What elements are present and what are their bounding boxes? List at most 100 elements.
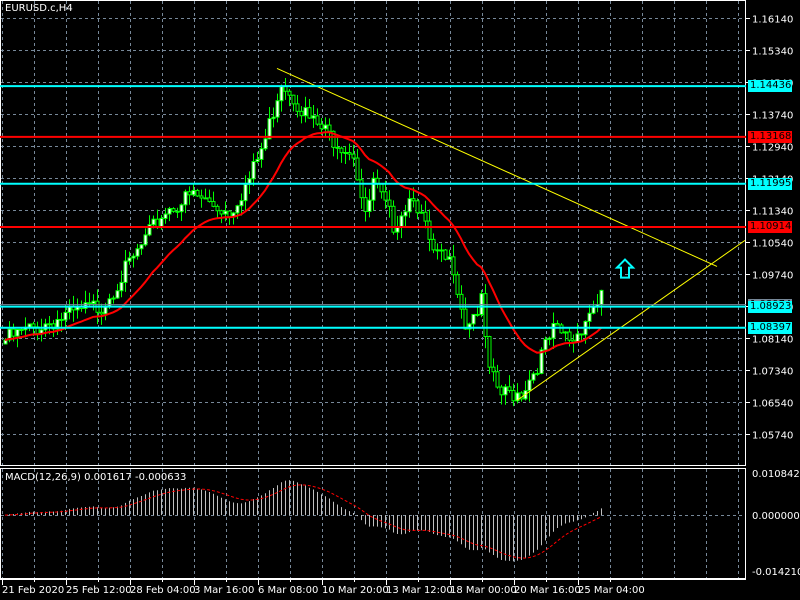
bear-candle: [59, 318, 64, 321]
bear-candle: [347, 152, 352, 155]
bear-candle: [507, 386, 512, 391]
bear-candle: [483, 293, 488, 338]
bear-candle: [567, 331, 572, 341]
x-tick-label: 18 Mar 00:00: [450, 585, 517, 596]
bear-candle: [451, 256, 456, 276]
bull-candle: [151, 218, 156, 226]
bear-candle: [555, 323, 560, 326]
bull-candle: [447, 256, 452, 260]
bear-candle: [315, 115, 320, 125]
bear-candle: [359, 179, 364, 199]
bull-candle: [111, 297, 116, 300]
bull-candle: [343, 152, 348, 155]
bear-candle: [187, 191, 192, 196]
y-tick-label: 1.13740: [752, 111, 793, 122]
bull-candle: [531, 373, 536, 381]
bull-candle: [179, 204, 184, 213]
macd-signal-line: [4, 484, 602, 559]
bear-candle: [415, 200, 420, 214]
y-tick-label: 1.16140: [752, 15, 793, 26]
bear-candle: [559, 324, 564, 334]
bull-candle: [587, 312, 592, 322]
bull-candle: [271, 116, 276, 120]
bull-candle: [259, 148, 264, 160]
level-price-tag: 1.08397: [748, 321, 792, 334]
bear-candle: [435, 249, 440, 252]
bull-candle: [563, 331, 568, 334]
bear-candle: [227, 210, 232, 218]
bull-candle: [167, 208, 172, 215]
bear-candle: [215, 205, 220, 212]
bear-candle: [427, 220, 432, 240]
y-tick-label: 1.08140: [752, 335, 793, 346]
bear-candle: [31, 323, 36, 328]
bull-candle: [419, 211, 424, 214]
bear-candle: [171, 208, 176, 212]
y-tick-label: 1.05740: [752, 431, 793, 442]
y-tick-label: 1.10540: [752, 239, 793, 250]
macd-tick-label: 0.000000: [752, 511, 800, 522]
bear-candle: [287, 90, 292, 96]
y-tick-label: 1.12940: [752, 143, 793, 154]
bear-candle: [411, 198, 416, 202]
bear-candle: [511, 389, 516, 402]
bull-candle: [203, 197, 208, 200]
bear-candle: [487, 336, 492, 368]
macd-label: MACD(12,26,9) 0.001617 -0.000633: [5, 472, 187, 483]
bull-candle: [223, 210, 228, 215]
bull-candle: [403, 211, 408, 217]
bull-candle: [47, 323, 52, 326]
bear-candle: [195, 189, 200, 197]
macd-tick-label: -0.014210: [752, 567, 800, 578]
bear-candle: [299, 110, 304, 117]
bull-candle: [267, 118, 272, 140]
y-tick-label: 1.15340: [752, 47, 793, 58]
bull-candle: [263, 138, 268, 150]
bull-candle: [239, 200, 244, 207]
bull-candle: [311, 115, 316, 119]
bear-candle: [463, 308, 468, 330]
bear-candle: [579, 333, 584, 336]
bear-candle: [499, 386, 504, 396]
bull-candle: [163, 213, 168, 219]
bull-candle: [255, 158, 260, 162]
bull-candle: [243, 183, 248, 202]
bull-candle: [323, 124, 328, 130]
x-tick-label: 13 Mar 12:00: [386, 585, 453, 596]
bear-candle: [319, 123, 324, 130]
x-tick-label: 25 Feb 12:00: [66, 585, 132, 596]
bull-candle: [119, 281, 124, 292]
bear-candle: [391, 205, 396, 233]
bear-candle: [339, 147, 344, 154]
bear-candle: [175, 210, 180, 213]
bull-candle: [275, 100, 280, 118]
bull-candle: [91, 300, 96, 305]
x-tick-label: 25 Mar 04:00: [578, 585, 645, 596]
bull-candle: [575, 333, 580, 343]
bull-candle: [471, 313, 476, 325]
x-tick-label: 10 Mar 20:00: [322, 585, 389, 596]
bull-candle: [135, 248, 140, 257]
bear-candle: [295, 103, 300, 112]
level-price-tag: 1.08923: [748, 300, 792, 313]
y-tick-label: 1.06540: [752, 399, 793, 410]
bull-candle: [63, 311, 68, 321]
main-chart-frame: [0, 0, 746, 466]
bull-candle: [303, 107, 308, 117]
bear-candle: [207, 197, 212, 203]
bear-candle: [335, 146, 340, 149]
bull-candle: [15, 329, 20, 337]
bull-candle: [183, 191, 188, 206]
bull-candle: [251, 160, 256, 180]
bear-candle: [455, 274, 460, 295]
bear-candle: [99, 311, 104, 315]
x-tick-label: 3 Mar 16:00: [194, 585, 254, 596]
bull-candle: [479, 293, 484, 316]
bear-candle: [383, 191, 388, 201]
candles-group: [3, 67, 746, 407]
bull-candle: [279, 85, 284, 102]
bull-candle: [115, 290, 120, 299]
bear-candle: [443, 249, 448, 260]
price-chart[interactable]: 1.161401.153401.145401.137401.129401.121…: [0, 0, 800, 600]
level-price-tag: 1.14436: [748, 80, 792, 93]
